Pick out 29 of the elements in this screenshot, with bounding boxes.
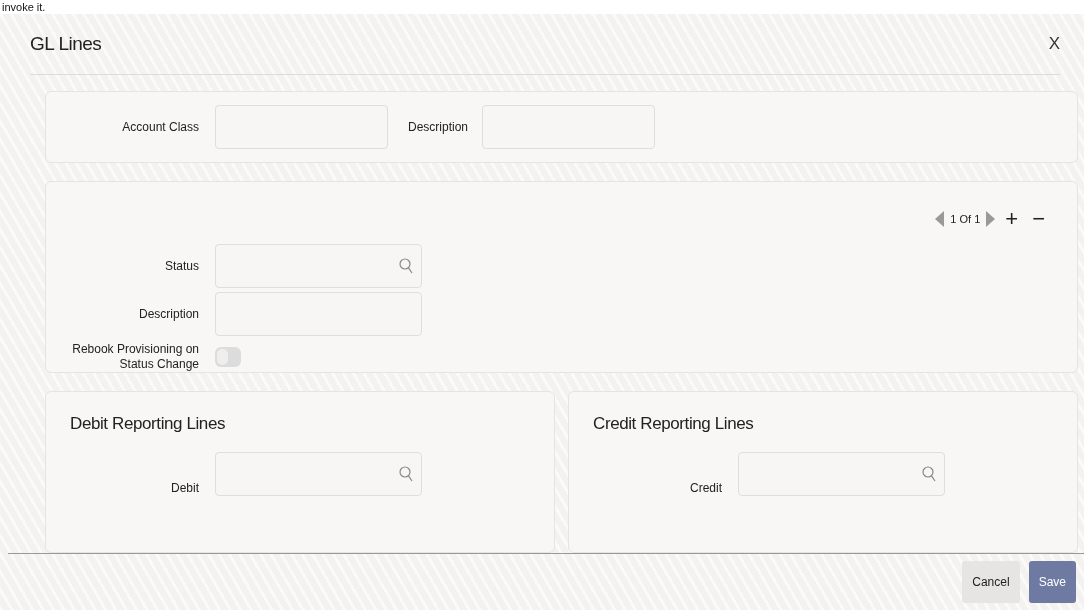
previous-icon[interactable] [935,211,945,227]
page-caption: invoke it. [1,0,47,14]
search-icon[interactable] [922,466,936,482]
section-title: Debit Reporting Lines [70,414,227,434]
input-field[interactable] [215,244,422,288]
next-icon[interactable] [986,211,996,227]
field-label: Description [137,306,199,322]
field-label: Credit [689,481,722,496]
save-button[interactable]: Save [1028,561,1076,603]
field-label: Debit [170,481,199,496]
input-field[interactable] [738,452,945,496]
close-button[interactable]: X [1048,34,1060,54]
field-label: Rebook Provisioning on Status Change [71,342,199,372]
field-label: Status [163,258,199,274]
field-label: Account Class [121,119,199,135]
input-field[interactable] [482,105,656,149]
toggle-switch[interactable] [215,347,241,367]
search-icon[interactable] [399,466,413,482]
input-field[interactable] [215,452,422,496]
input-field[interactable] [215,105,388,149]
field-label: Description [408,120,469,134]
remove-button[interactable]: − [1028,208,1049,230]
page-indicator: 1 Of 1 [950,213,981,225]
cancel-button[interactable]: Cancel [962,561,1020,603]
section-title: Credit Reporting Lines [593,414,755,434]
input-field[interactable] [215,292,422,336]
search-icon[interactable] [399,258,413,274]
window-title: GL Lines [30,33,102,55]
add-button[interactable]: + [1001,208,1023,230]
